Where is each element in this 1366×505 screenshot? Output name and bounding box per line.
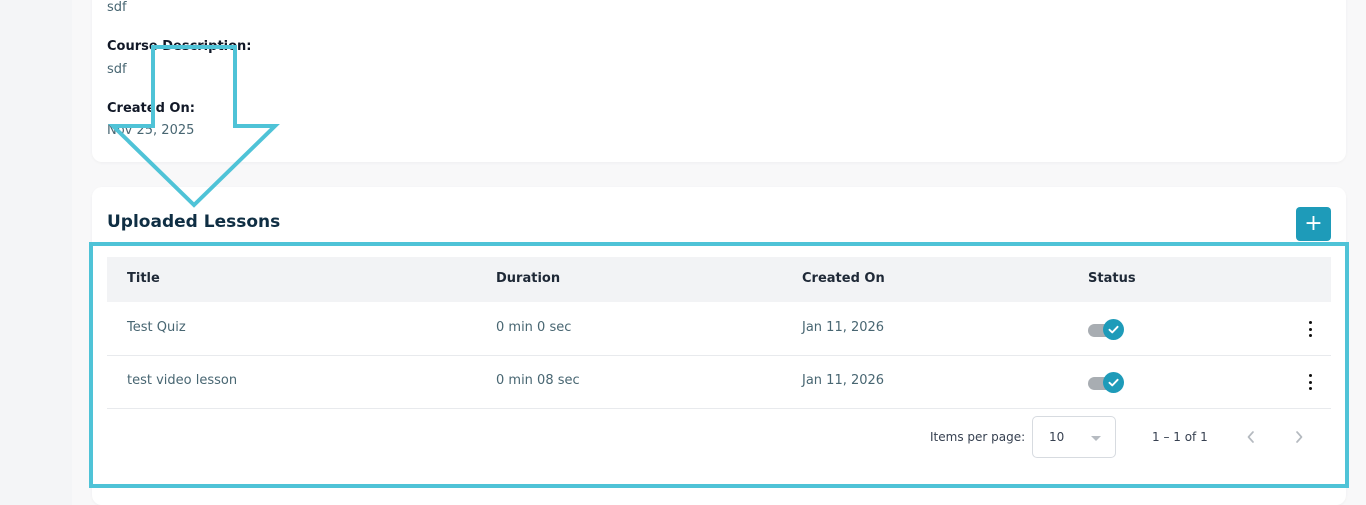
course-info-card	[92, 0, 1346, 162]
caret-down-icon	[1091, 436, 1101, 441]
items-per-page-label: Items per page:	[930, 430, 1026, 444]
chevron-right-icon	[1296, 431, 1303, 443]
column-header-duration: Duration	[496, 271, 561, 286]
lesson-title-cell: test video lesson	[127, 373, 238, 388]
items-per-page-value: 10	[1049, 430, 1065, 444]
check-icon	[1103, 372, 1124, 393]
status-toggle[interactable]	[1088, 319, 1126, 341]
column-header-status: Status	[1088, 271, 1136, 286]
column-header-created-on: Created On	[802, 271, 885, 286]
pagination-range: 1 – 1 of 1	[1152, 430, 1208, 444]
course-name-value: sdf	[107, 0, 127, 15]
plus-icon: +	[1304, 211, 1323, 236]
add-lesson-button[interactable]: +	[1296, 207, 1331, 241]
course-description-value: sdf	[107, 62, 127, 77]
next-page-button[interactable]	[1288, 426, 1310, 448]
lessons-table-header	[107, 257, 1331, 302]
lesson-created-cell: Jan 11, 2026	[802, 320, 885, 335]
more-vertical-icon[interactable]	[1305, 321, 1315, 337]
items-per-page-select[interactable]: 10	[1032, 416, 1116, 458]
table-row[interactable]	[107, 302, 1331, 356]
lesson-created-cell: Jan 11, 2026	[802, 373, 885, 388]
created-on-value: Nov 25, 2025	[107, 123, 195, 138]
check-icon	[1103, 319, 1124, 340]
lesson-title-cell: Test Quiz	[127, 320, 186, 335]
previous-page-button[interactable]	[1240, 426, 1262, 448]
status-toggle[interactable]	[1088, 372, 1126, 394]
more-vertical-icon[interactable]	[1305, 374, 1315, 390]
uploaded-lessons-title: Uploaded Lessons	[107, 212, 281, 232]
left-sidebar-rail	[0, 0, 72, 505]
course-description-label: Course Description:	[107, 39, 252, 54]
table-row[interactable]	[107, 355, 1331, 409]
lesson-duration-cell: 0 min 08 sec	[496, 373, 580, 388]
column-header-title: Title	[127, 271, 160, 286]
lesson-duration-cell: 0 min 0 sec	[496, 320, 572, 335]
created-on-label: Created On:	[107, 101, 195, 116]
chevron-left-icon	[1247, 431, 1254, 443]
